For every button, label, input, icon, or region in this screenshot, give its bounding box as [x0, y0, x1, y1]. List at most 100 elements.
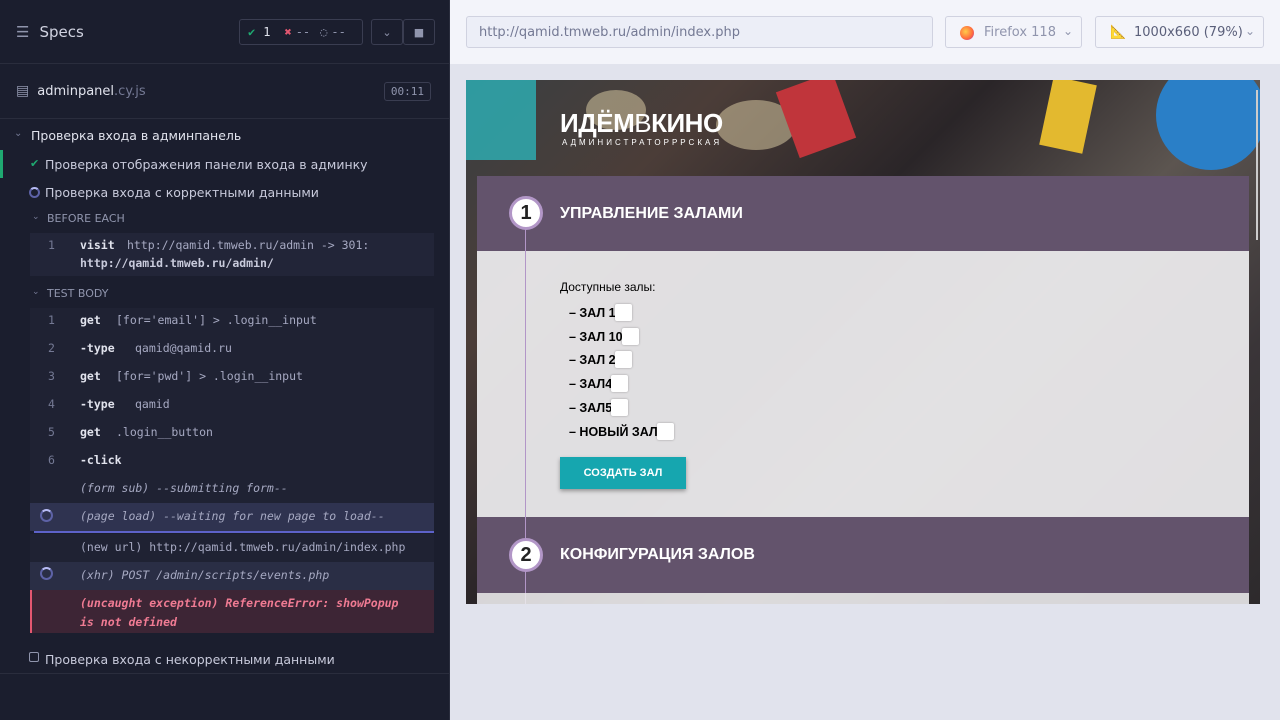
test-passed-icon: ✔: [30, 157, 40, 170]
failed-icon: ✖: [284, 25, 292, 39]
hook-chevron-icon[interactable]: ⌄: [32, 287, 40, 297]
chevron-down-icon: ⌄: [1062, 24, 1073, 38]
logo-text: КИНО: [651, 108, 723, 138]
event-form-sub[interactable]: (form sub) --submitting form--: [80, 481, 288, 495]
command-message: .login__button: [116, 425, 213, 439]
command-visit[interactable]: 1 visit http://qamid.tmweb.ru/admin -> 3…: [30, 233, 434, 276]
event-page-load[interactable]: (page load) --waiting for new page to lo…: [30, 503, 434, 531]
command-name: -click: [80, 453, 122, 467]
ruler-icon: 📐: [1110, 25, 1127, 40]
event-text: (page load) --waiting for new page to lo…: [80, 509, 385, 523]
passed-count: 1: [263, 25, 271, 39]
reporter-panel: ☰ Specs ✔ 1 ✖ -- ◌ -- ⌄ ■ ▤ adminpanel .…: [0, 0, 450, 720]
delete-hall-button[interactable]: [611, 399, 629, 416]
hall-name: – ЗАЛ 10: [569, 329, 623, 344]
event-xhr[interactable]: (xhr) POST /admin/scripts/events.php: [30, 562, 434, 590]
test-status-indicator: [0, 150, 3, 178]
passed-icon: ✔: [248, 25, 256, 39]
before-each-hook[interactable]: BEFORE EACH: [47, 212, 125, 225]
command-message: qamid: [135, 397, 170, 411]
hall-name: – ЗАЛ5: [569, 400, 613, 415]
delete-hall-button[interactable]: [614, 304, 632, 321]
spec-duration: 00:11: [383, 82, 431, 101]
hall-item: – ЗАЛ 2: [569, 351, 632, 368]
command-list: 1 get [for='email'] > .login__input 2 -t…: [30, 308, 434, 504]
stats-bar: ✔ 1 ✖ -- ◌ --: [239, 19, 363, 45]
section-number: 2: [509, 538, 543, 572]
test-pending-icon: [29, 652, 39, 662]
logo-text: В: [634, 108, 652, 138]
delete-hall-button[interactable]: [656, 423, 674, 440]
command-message: http://qamid.tmweb.ru/admin -> 301:: [127, 238, 370, 252]
command-row[interactable]: 5 get .login__button: [30, 425, 434, 453]
chevron-down-icon[interactable]: ⌄: [371, 19, 403, 45]
reporter-header: ☰ Specs ✔ 1 ✖ -- ◌ -- ⌄ ■: [0, 0, 449, 64]
hook-chevron-icon[interactable]: ⌄: [32, 212, 40, 222]
command-message: [for='email'] > .login__input: [116, 313, 317, 327]
specs-title[interactable]: Specs: [39, 23, 83, 41]
test-item-3[interactable]: Проверка входа с некорректными данными: [45, 652, 335, 667]
event-text: (xhr) POST /admin/scripts/events.php: [80, 568, 330, 582]
specs-menu-icon[interactable]: ☰: [16, 23, 29, 41]
command-number: 3: [48, 369, 55, 383]
create-hall-button[interactable]: СОЗДАТЬ ЗАЛ: [560, 457, 686, 489]
command-row[interactable]: 4 -type qamid: [30, 397, 434, 425]
section-body-config: [477, 593, 1249, 604]
section-title: КОНФИГУРАЦИЯ ЗАЛОВ: [560, 546, 755, 563]
browser-name: Firefox 118: [984, 25, 1056, 40]
pending-icon: ◌: [320, 25, 328, 39]
suite-chevron-icon[interactable]: ⌄: [14, 128, 22, 139]
delete-hall-button[interactable]: [614, 351, 632, 368]
uncaught-exception[interactable]: (uncaught exception) ReferenceError: sho…: [30, 590, 434, 633]
command-row[interactable]: 6 -click: [30, 453, 434, 481]
suite-title[interactable]: Проверка входа в админпанель: [31, 128, 241, 143]
hall-name: – ЗАЛ4: [569, 376, 613, 391]
command-row[interactable]: 2 -type qamid@qamid.ru: [30, 341, 434, 369]
delete-hall-button[interactable]: [611, 375, 629, 392]
hall-item: – ЗАЛ 1: [569, 304, 632, 321]
aut-panel: http://qamid.tmweb.ru/admin/index.php Fi…: [450, 0, 1280, 720]
command-row[interactable]: 1 get [for='email'] > .login__input: [30, 313, 434, 341]
event-new-url[interactable]: (new url) http://qamid.tmweb.ru/admin/in…: [30, 534, 434, 562]
spec-file-ext: .cy.js: [114, 83, 146, 99]
command-row[interactable]: 3 get [for='pwd'] > .login__input: [30, 369, 434, 397]
scrollbar[interactable]: [1256, 90, 1258, 240]
viewport-selector[interactable]: 📐 1000x660 (79%) ⌄: [1095, 16, 1264, 48]
test-body-hook[interactable]: TEST BODY: [47, 287, 108, 300]
aut-toolbar: http://qamid.tmweb.ru/admin/index.php Fi…: [450, 0, 1280, 64]
chevron-down-icon: ⌄: [1244, 24, 1255, 38]
site-logo[interactable]: ИДЁМВКИНО: [560, 108, 723, 139]
failed-count: --: [295, 25, 311, 39]
stop-icon[interactable]: ■: [403, 19, 435, 45]
logo-text: ИДЁМ: [560, 108, 635, 138]
test-item-2[interactable]: Проверка входа с корректными данными: [45, 185, 319, 200]
command-number: 1: [48, 238, 55, 252]
hall-name: – ЗАЛ 2: [569, 352, 616, 367]
logo-subtitle: АДМИНИСТРАТОРРРСКАЯ: [562, 138, 723, 147]
app-under-test: ИДЁМВКИНО АДМИНИСТРАТОРРРСКАЯ 1 УПРАВЛЕН…: [466, 80, 1260, 604]
command-number: 2: [48, 341, 55, 355]
halls-label: Доступные залы:: [560, 280, 656, 294]
hall-item: – ЗАЛ 10: [569, 328, 639, 345]
command-name: visit: [80, 238, 115, 252]
divider: [0, 673, 450, 674]
hall-item: – НОВЫЙ ЗАЛ: [569, 423, 674, 440]
browser-selector[interactable]: Firefox 118 ⌄: [945, 16, 1082, 48]
command-name: -type: [80, 397, 115, 411]
loading-spinner-icon: [40, 567, 53, 580]
url-bar[interactable]: http://qamid.tmweb.ru/admin/index.php: [466, 16, 933, 48]
command-name: get: [80, 369, 101, 383]
spec-file-row[interactable]: ▤ adminpanel .cy.js 00:11: [0, 64, 449, 119]
error-line: is not defined: [80, 615, 177, 629]
command-name: get: [80, 313, 101, 327]
delete-hall-button[interactable]: [621, 328, 639, 345]
background-decor: [466, 80, 536, 160]
test-item-1[interactable]: Проверка отображения панели входа в адми…: [45, 157, 368, 172]
file-icon: ▤: [16, 83, 30, 99]
section-number: 1: [509, 196, 543, 230]
command-number: 1: [48, 313, 55, 327]
hall-name: – ЗАЛ 1: [569, 305, 616, 320]
command-number: 5: [48, 425, 55, 439]
command-message-cont: http://qamid.tmweb.ru/admin/: [80, 256, 274, 270]
spec-file-name: adminpanel: [37, 83, 115, 99]
